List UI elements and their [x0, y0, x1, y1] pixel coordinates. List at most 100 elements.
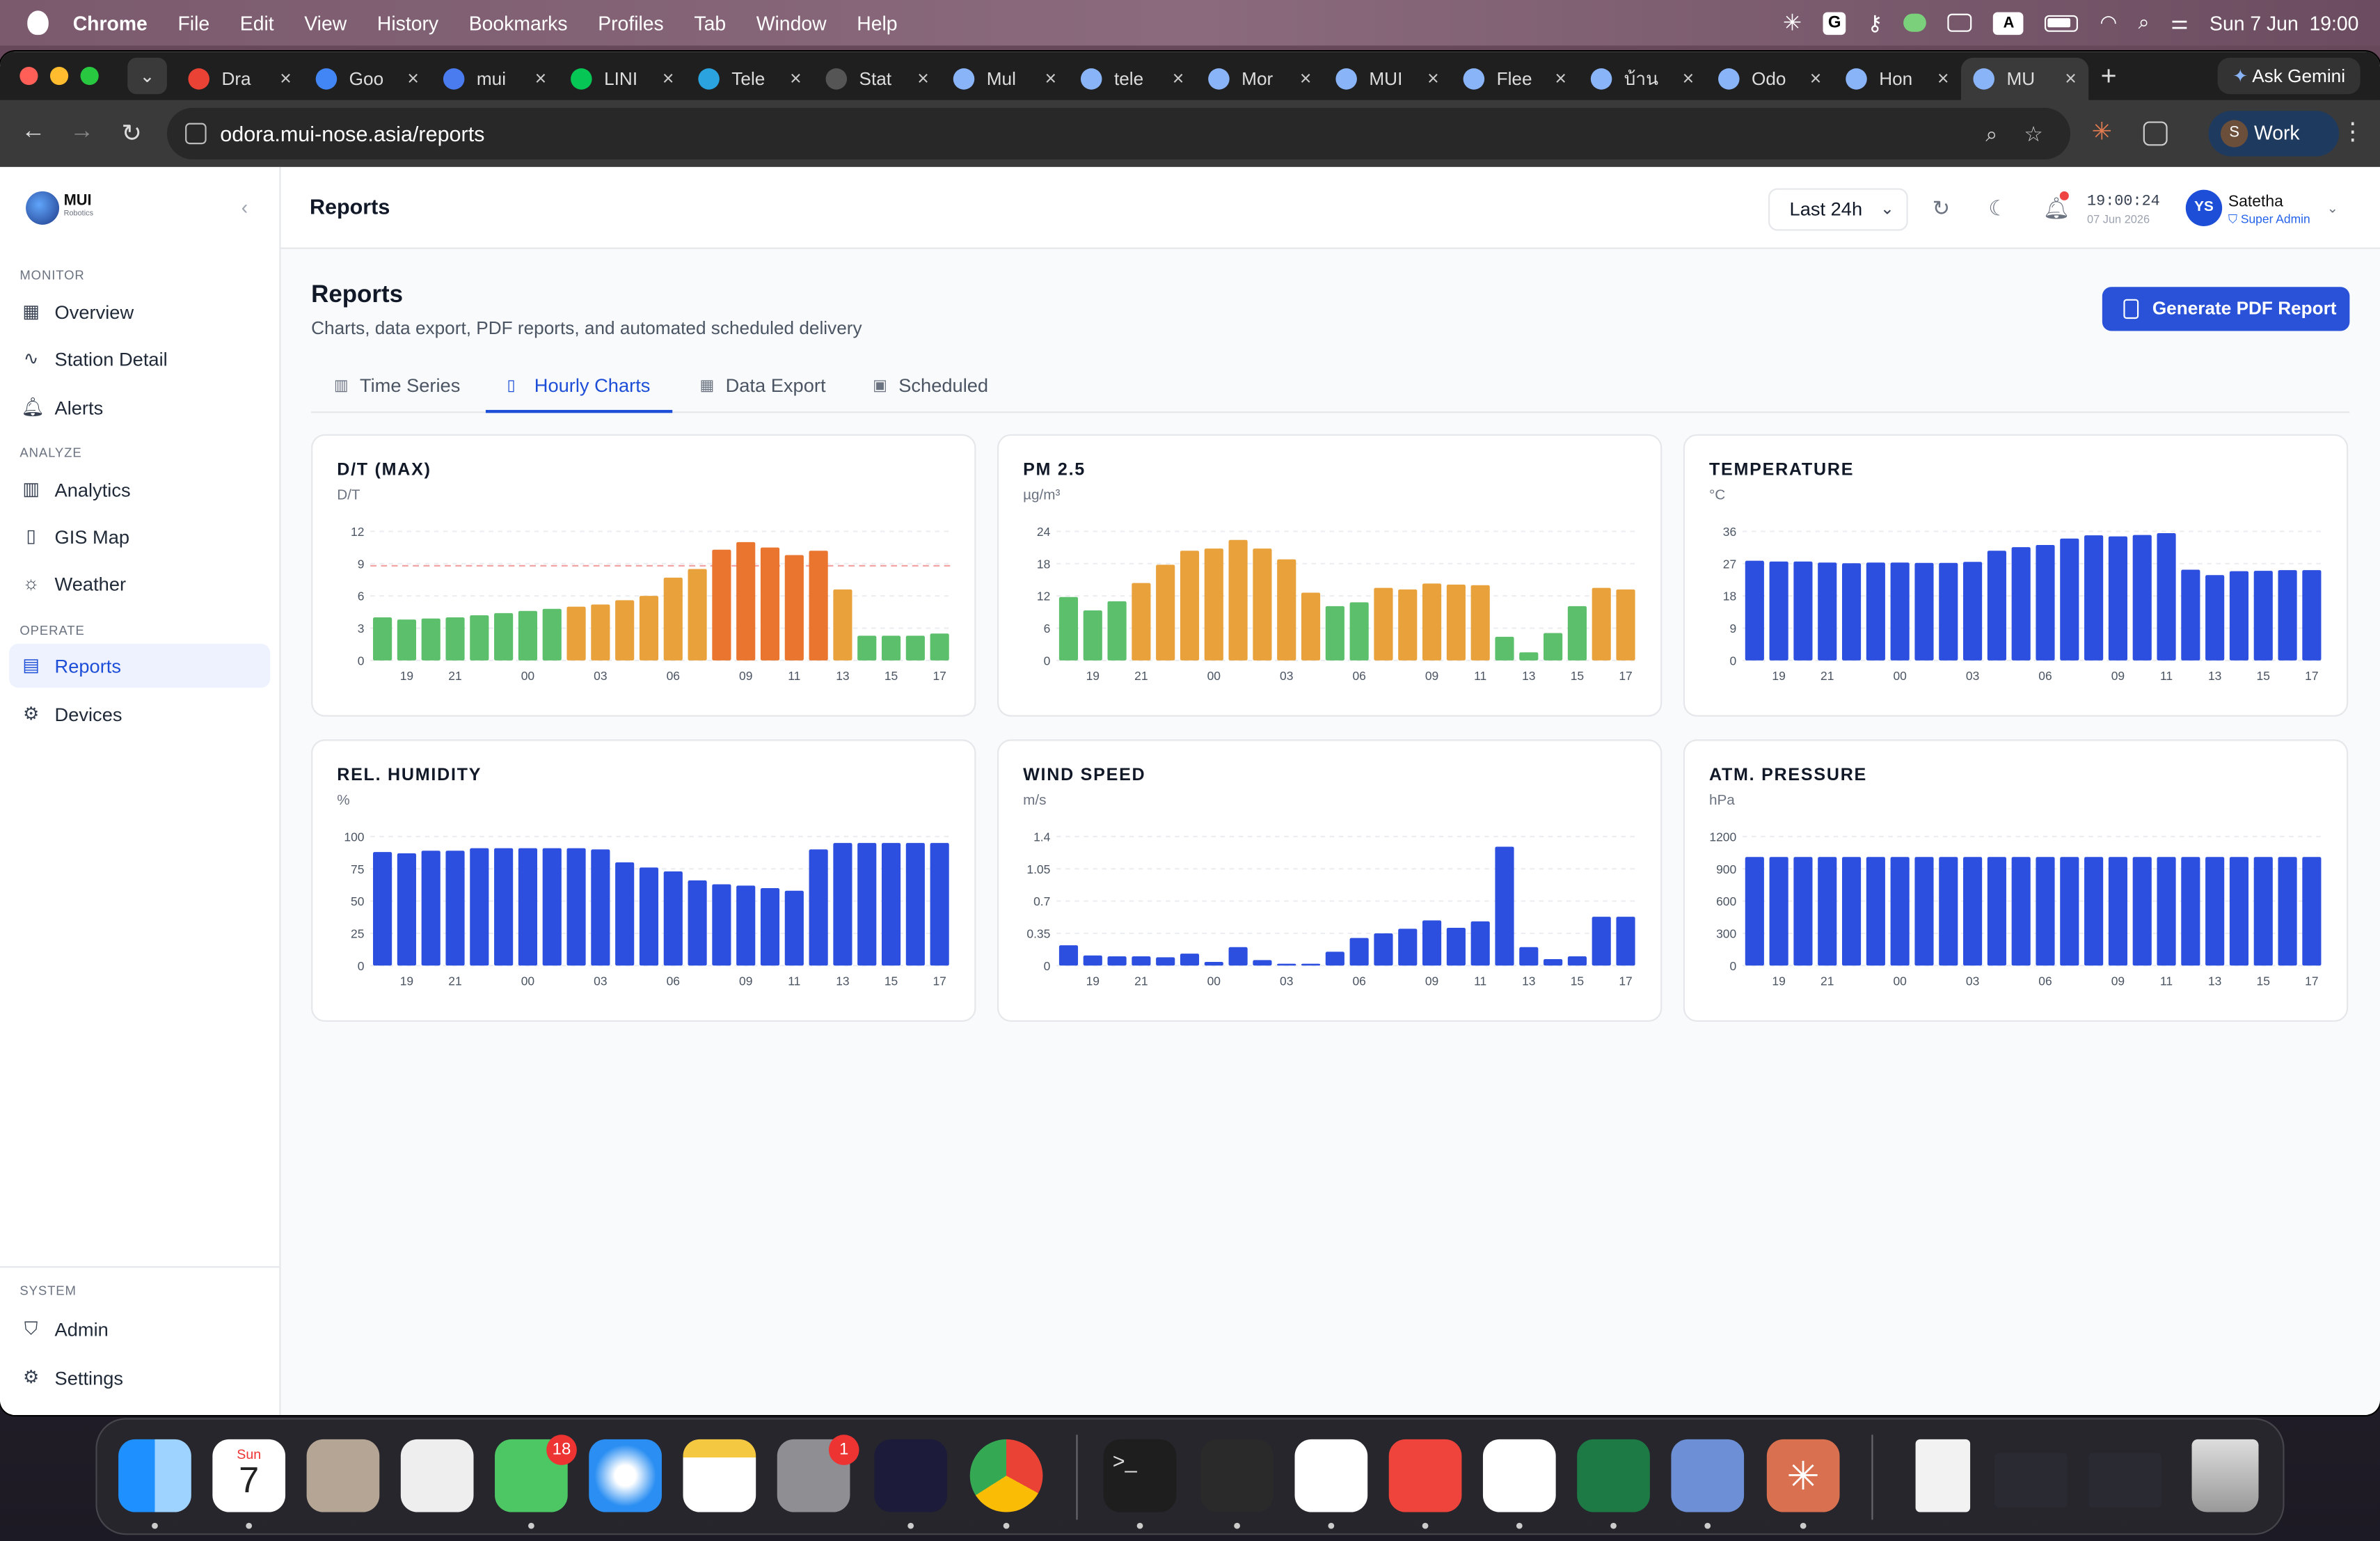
- bar[interactable]: [1769, 857, 1788, 966]
- close-tab-icon[interactable]: ×: [1683, 67, 1695, 90]
- bar[interactable]: [421, 851, 441, 966]
- notes-icon[interactable]: [683, 1439, 756, 1512]
- bar[interactable]: [1592, 917, 1611, 966]
- bar[interactable]: [1132, 583, 1151, 661]
- browser-tab[interactable]: Mor ×: [1196, 58, 1324, 100]
- bar[interactable]: [2229, 857, 2249, 966]
- bar[interactable]: [445, 851, 465, 966]
- bar[interactable]: [1592, 587, 1611, 661]
- browser-tab[interactable]: MU ×: [1961, 57, 2089, 100]
- bar[interactable]: [2229, 571, 2249, 661]
- bar[interactable]: [397, 619, 416, 661]
- battery-icon[interactable]: [2045, 14, 2079, 31]
- bar[interactable]: [2036, 545, 2055, 661]
- bar[interactable]: [784, 890, 804, 966]
- bar[interactable]: [2011, 547, 2031, 661]
- user-menu-chevron-icon[interactable]: ⌄: [2327, 200, 2338, 217]
- bar[interactable]: [373, 852, 392, 966]
- bar[interactable]: [1422, 583, 1442, 661]
- bar[interactable]: [2181, 857, 2200, 966]
- bar[interactable]: [881, 843, 901, 966]
- bar[interactable]: [1567, 956, 1587, 966]
- bar[interactable]: [1180, 551, 1200, 661]
- close-tab-icon[interactable]: ×: [917, 67, 929, 90]
- profile-button[interactable]: S Work: [2208, 111, 2340, 157]
- menu-window[interactable]: Window: [756, 11, 827, 34]
- bar[interactable]: [615, 862, 635, 966]
- bar[interactable]: [1890, 562, 1910, 661]
- close-tab-icon[interactable]: ×: [1045, 67, 1056, 90]
- bar[interactable]: [688, 880, 707, 966]
- sidebar-item-reports[interactable]: ▤ Reports: [9, 643, 271, 688]
- menu-file[interactable]: File: [177, 11, 209, 34]
- bar[interactable]: [881, 635, 901, 661]
- bar[interactable]: [1374, 933, 1393, 966]
- bar[interactable]: [494, 613, 514, 661]
- close-tab-icon[interactable]: ×: [280, 67, 292, 90]
- bar[interactable]: [2278, 570, 2297, 661]
- screenshot-thumbnail-icon[interactable]: [1994, 1453, 2068, 1508]
- bar[interactable]: [736, 542, 756, 661]
- bar[interactable]: [760, 888, 780, 966]
- slack-icon[interactable]: [1294, 1439, 1368, 1512]
- chrome-icon[interactable]: [969, 1439, 1043, 1512]
- bar[interactable]: [1156, 564, 1175, 661]
- collapse-sidebar-chevron-icon[interactable]: ‹: [241, 196, 248, 219]
- tab-hourly-charts[interactable]: ▯ Hourly Charts: [485, 361, 673, 413]
- bar[interactable]: [2302, 570, 2322, 661]
- calendar-icon[interactable]: Sun 7: [212, 1439, 286, 1512]
- tools-status-icon[interactable]: ⚷: [1867, 10, 1882, 35]
- bar[interactable]: [688, 569, 707, 661]
- bar[interactable]: [2132, 857, 2152, 966]
- bar[interactable]: [663, 871, 683, 966]
- launchpad-icon[interactable]: [400, 1439, 474, 1512]
- bar[interactable]: [566, 848, 586, 966]
- forward-arrow-icon[interactable]: →: [70, 118, 94, 145]
- document-stack-icon[interactable]: [1915, 1439, 1971, 1512]
- bar[interactable]: [1083, 610, 1102, 661]
- bar[interactable]: [542, 848, 562, 966]
- bar[interactable]: [663, 577, 683, 661]
- linear-icon[interactable]: [1200, 1439, 1274, 1512]
- trash-icon[interactable]: [2191, 1439, 2259, 1512]
- time-range-select[interactable]: Last 24h ⌄: [1768, 188, 1908, 231]
- bar[interactable]: [2060, 538, 2079, 661]
- bar[interactable]: [1277, 963, 1296, 966]
- bar[interactable]: [639, 596, 659, 661]
- bar[interactable]: [2205, 857, 2225, 966]
- bar[interactable]: [639, 867, 659, 966]
- claude-status-icon[interactable]: ✳: [1783, 9, 1802, 36]
- close-tab-icon[interactable]: ×: [535, 67, 547, 90]
- mui-logo-icon[interactable]: [26, 191, 60, 225]
- bar[interactable]: [1818, 562, 1837, 661]
- bar[interactable]: [1769, 561, 1788, 661]
- sidebar-item-settings[interactable]: ⚙ Settings: [9, 1356, 270, 1400]
- bar[interactable]: [1987, 857, 2006, 966]
- tab-search-chevron-icon[interactable]: ⌄: [127, 57, 167, 95]
- bar[interactable]: [1058, 945, 1079, 966]
- close-tab-icon[interactable]: ×: [1937, 67, 1949, 90]
- bar[interactable]: [591, 604, 610, 661]
- bar[interactable]: [2302, 857, 2322, 966]
- bar[interactable]: [1544, 959, 1563, 966]
- bar[interactable]: [1374, 587, 1393, 661]
- bar[interactable]: [1107, 601, 1127, 661]
- browser-tab[interactable]: tele ×: [1069, 58, 1196, 100]
- bar[interactable]: [1616, 917, 1635, 966]
- bar[interactable]: [1180, 954, 1200, 966]
- close-tab-icon[interactable]: ×: [1427, 67, 1439, 90]
- bar[interactable]: [1616, 589, 1635, 661]
- bar[interactable]: [2060, 857, 2079, 966]
- bar[interactable]: [445, 617, 465, 661]
- bar[interactable]: [2108, 536, 2128, 661]
- close-tab-icon[interactable]: ×: [1173, 67, 1184, 90]
- bar[interactable]: [1204, 548, 1223, 661]
- contacts-icon[interactable]: [306, 1439, 380, 1512]
- sidebar-item-station-detail[interactable]: ∿ Station Detail: [9, 337, 270, 381]
- bar[interactable]: [1446, 584, 1466, 661]
- bookmark-star-icon[interactable]: ☆: [2024, 108, 2042, 159]
- browser-tab[interactable]: บ้าน ×: [1578, 58, 1706, 100]
- user-avatar[interactable]: YS: [2185, 189, 2223, 227]
- screenshot-thumbnail-icon[interactable]: [2088, 1453, 2161, 1508]
- bar[interactable]: [1818, 857, 1837, 966]
